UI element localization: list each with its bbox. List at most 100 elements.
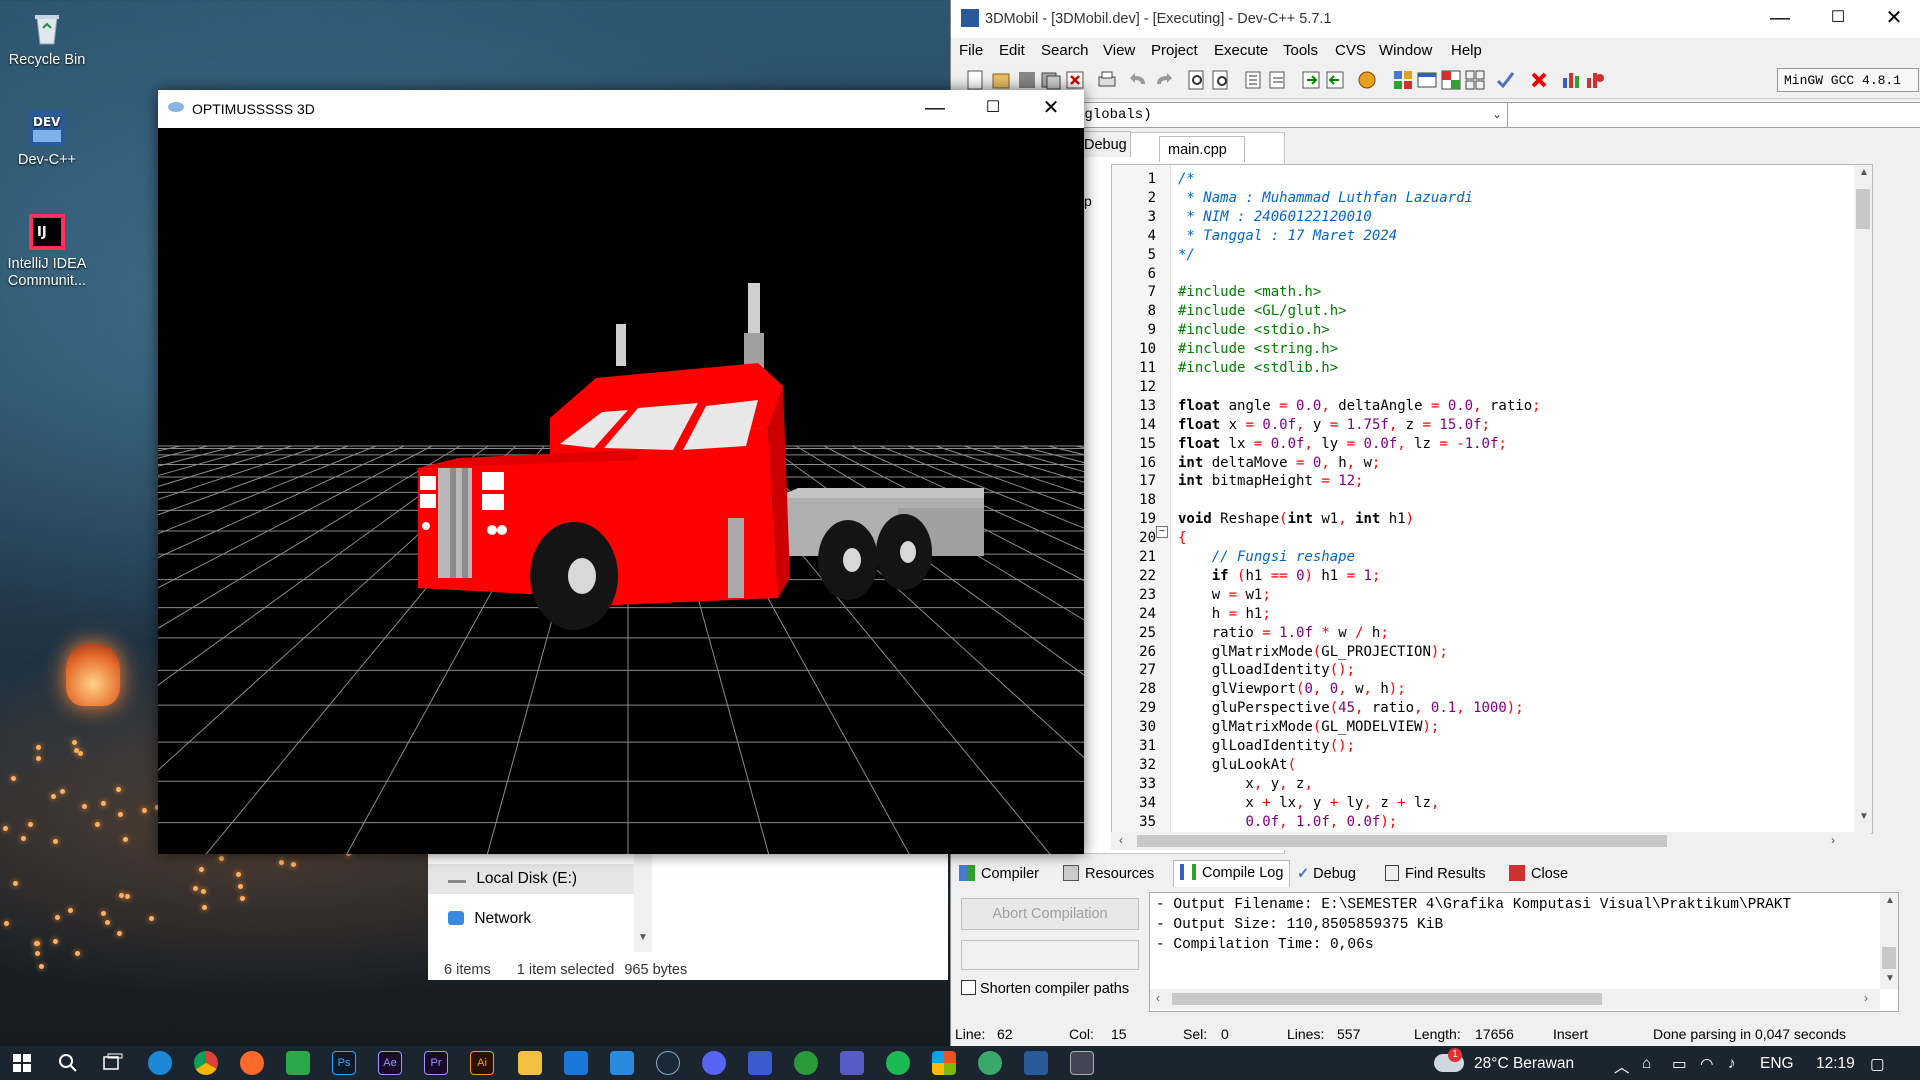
close-button[interactable]: ✕ [1022,90,1080,128]
editor-vertical-scrollbar[interactable]: ▲ ▼ [1854,165,1872,833]
minimize-button[interactable]: — [1751,0,1809,38]
weather-text[interactable]: 28°C Berawan [1474,1055,1574,1073]
compile-log-output[interactable]: - Output Filename: E:\SEMESTER 4\Grafika… [1149,892,1899,1012]
rebuild-icon[interactable] [1463,68,1487,92]
bookmark-icon[interactable] [1355,68,1379,92]
code-line[interactable]: glViewport(0, 0, w, h); [1178,681,1406,697]
code-line[interactable]: x + lx, y + ly, z + lz, [1178,795,1439,811]
tab-resources[interactable]: Resources [1063,862,1154,886]
indent-icon[interactable] [1241,68,1265,92]
function-combo[interactable] [1507,102,1920,128]
code-line[interactable]: float angle = 0.0, deltaAngle = 0.0, rat… [1178,398,1541,414]
tab-debug[interactable]: ✓ Debug [1297,862,1356,886]
code-line[interactable]: if (h1 == 0) h1 = 1; [1178,568,1381,584]
code-line[interactable]: * NIM : 24060122120010 [1178,209,1371,225]
unindent-icon[interactable] [1265,68,1289,92]
menu-help[interactable]: Help [1451,42,1482,59]
code-line[interactable]: int bitmapHeight = 12; [1178,473,1363,489]
code-line[interactable]: /* [1178,171,1195,187]
explorer-scrollbar[interactable]: ▼ [634,848,652,952]
tab-main-cpp[interactable]: main.cpp [1159,136,1245,162]
menu-project[interactable]: Project [1151,42,1198,59]
edge-icon[interactable] [148,1051,172,1075]
green-app-icon[interactable] [286,1051,310,1075]
mail-icon[interactable] [564,1051,588,1075]
code-line[interactable]: void Reshape(int w1, int h1) [1178,511,1414,527]
media-app-icon[interactable] [748,1051,772,1075]
find-icon[interactable] [1185,68,1209,92]
scroll-thumb[interactable] [1856,189,1870,229]
code-line[interactable]: float lx = 0.0f, ly = 0.0f, lz = -1.0f; [1178,436,1507,452]
compile-icon[interactable] [1391,68,1415,92]
new-file-icon[interactable] [963,68,987,92]
log-vertical-scrollbar[interactable]: ▲ ▼ [1880,893,1898,989]
code-line[interactable]: x, y, z, [1178,776,1312,792]
code-line[interactable]: glLoadIdentity(); [1178,738,1355,754]
menu-execute[interactable]: Execute [1214,42,1268,59]
menu-file[interactable]: File [959,42,983,59]
tab-close[interactable]: Close [1509,862,1568,886]
store-icon[interactable] [932,1051,956,1075]
language-indicator[interactable]: ENG [1760,1055,1794,1073]
print-icon[interactable] [1095,68,1119,92]
chevron-up-icon[interactable]: ︿ [1614,1055,1630,1077]
tab-compiler[interactable]: Compiler [959,862,1039,886]
desktop-icon-recycle-bin[interactable]: Recycle Bin [4,8,90,69]
syntax-check-icon[interactable] [1493,68,1517,92]
code-line[interactable]: #include <stdlib.h> [1178,360,1338,376]
devcpp-taskbar-icon[interactable] [1024,1051,1048,1075]
menu-search[interactable]: Search [1041,42,1089,59]
battery-icon[interactable]: ▭ [1672,1055,1687,1074]
code-line[interactable]: // Fungsi reshape [1178,549,1355,565]
opengl-canvas[interactable] [158,128,1084,854]
code-line[interactable]: gluLookAt( [1178,757,1296,773]
log-horizontal-scrollbar[interactable]: ‹ › [1150,989,1880,1009]
code-line[interactable]: int deltaMove = 0, h, w; [1178,455,1380,471]
save-icon[interactable] [1015,68,1039,92]
utorrent-icon[interactable] [794,1051,818,1075]
network-icon[interactable]: ⌂ [1642,1055,1651,1073]
menu-window[interactable]: Window [1379,42,1432,59]
app-icon[interactable] [978,1051,1002,1075]
code-line[interactable]: gluPerspective(45, ratio, 0.1, 1000); [1178,700,1524,716]
code-line[interactable]: * Tanggal : 17 Maret 2024 [1178,228,1397,244]
wifi-icon[interactable]: ◠ [1700,1055,1714,1074]
close-button[interactable]: ✕ [1865,0,1920,38]
undo-icon[interactable] [1127,68,1151,92]
scroll-thumb[interactable] [1137,835,1667,847]
file-explorer-icon[interactable] [518,1051,542,1075]
stop-execution-icon[interactable] [1527,68,1551,92]
vscode-icon[interactable] [610,1051,634,1075]
redo-icon[interactable] [1151,68,1175,92]
illustrator-icon[interactable]: Ai [470,1051,494,1075]
open-file-icon[interactable] [989,68,1013,92]
clock[interactable]: 12:19 [1816,1055,1855,1073]
spotify-icon[interactable] [886,1051,910,1075]
maximize-button[interactable]: ☐ [964,90,1022,128]
back-icon[interactable] [1323,68,1347,92]
save-all-icon[interactable] [1039,68,1063,92]
code-line[interactable]: float x = 0.0f, y = 1.75f, z = 15.0f; [1178,417,1490,433]
nav-item-network[interactable]: Network [448,910,531,928]
scroll-thumb[interactable] [1172,993,1602,1005]
tab-compile-log[interactable]: Compile Log [1173,860,1291,887]
editor-horizontal-scrollbar[interactable]: ‹ › [1111,832,1871,850]
code-editor[interactable]: 1 2 3 4 5 6 7 8 9 10 11 12 13 14 15 16 17 18 19 20 21 22 23 24 2… [1111,164,1873,834]
maximize-button[interactable]: ☐ [1809,0,1867,38]
scope-combo[interactable]: (globals) ⌄ [1076,102,1509,128]
code-line[interactable]: #include <math.h> [1178,284,1321,300]
desktop-icon-intellij[interactable]: IJ IntelliJ IDEA Communit... [4,212,90,290]
tab-find-results[interactable]: Find Results [1385,862,1486,886]
menu-edit[interactable]: Edit [999,42,1025,59]
discord-icon[interactable] [702,1051,726,1075]
menu-view[interactable]: View [1103,42,1135,59]
notification-center-icon[interactable]: ▢ [1870,1055,1885,1074]
code-line[interactable]: #include <stdio.h> [1178,322,1330,338]
premiere-icon[interactable]: Pr [424,1051,448,1075]
code-line[interactable]: #include <GL/glut.h> [1178,303,1347,319]
scroll-thumb[interactable] [1882,947,1896,969]
code-line[interactable]: 0.0f, 1.0f, 0.0f); [1178,814,1397,830]
firefox-icon[interactable] [240,1051,264,1075]
chrome-icon[interactable] [194,1051,218,1075]
volume-icon[interactable]: ♪ [1728,1055,1736,1073]
